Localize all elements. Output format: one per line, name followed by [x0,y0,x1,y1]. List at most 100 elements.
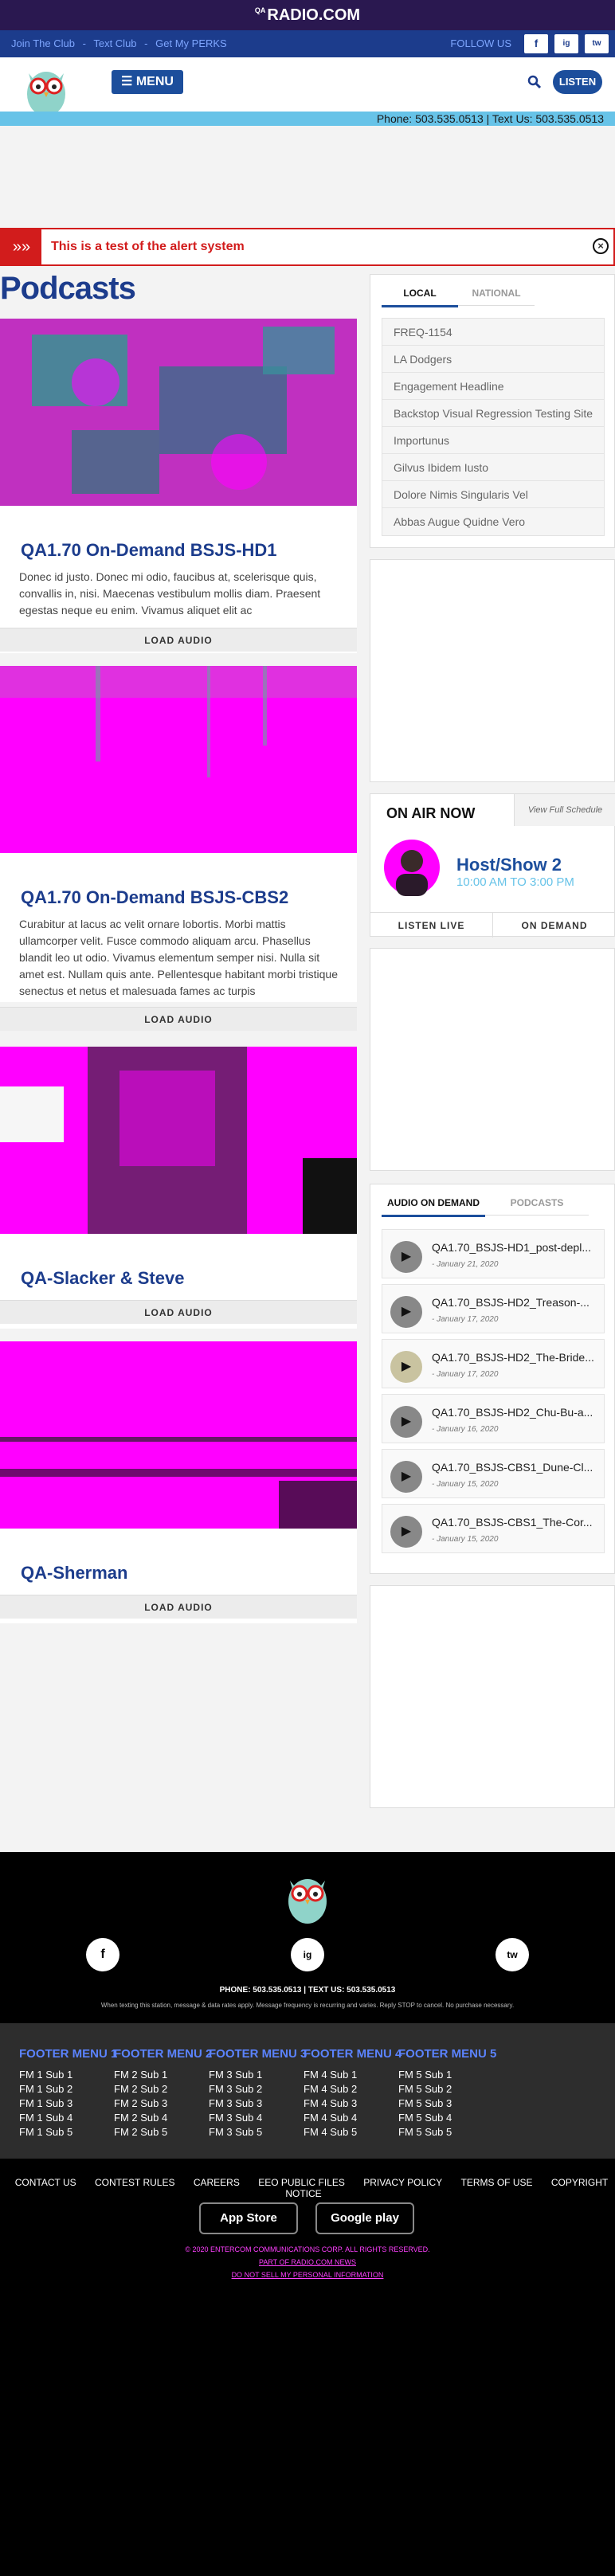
terms-link[interactable]: TERMS OF USE [461,2177,533,2188]
text-club-link[interactable]: Text Club [93,37,136,49]
tab-audio-on-demand[interactable]: AUDIO ON DEMAND [382,1191,485,1217]
google-play-badge[interactable]: Google play [315,2202,414,2234]
footer-link[interactable]: FM 5 Sub 2 [398,2082,496,2096]
episode-item[interactable]: ▶ QA1.70_BSJS-HD2_The-Bride... - January… [382,1339,605,1388]
list-item[interactable]: Abbas Augue Quidne Vero [382,508,604,535]
alert-message[interactable]: This is a test of the alert system [51,240,245,254]
twitter-icon[interactable]: tw [496,1938,529,1971]
facebook-icon[interactable]: f [86,1938,119,1971]
perks-link[interactable]: Get My PERKS [155,37,227,49]
play-icon[interactable]: ▶ [390,1461,422,1493]
list-item[interactable]: Importunus [382,427,604,454]
list-item[interactable]: Gilvus Ibidem Iusto [382,454,604,481]
ad-slot [370,559,615,782]
view-schedule-link[interactable]: View Full Schedule [514,794,615,826]
list-item[interactable]: FREQ-1154 [382,319,604,346]
episode-title[interactable]: QA1.70_BSJS-CBS1_Dune-Cl... [432,1461,602,1474]
do-not-sell-link[interactable]: DO NOT SELL MY PERSONAL INFORMATION [0,2271,615,2279]
privacy-link[interactable]: PRIVACY POLICY [363,2177,442,2188]
footer-link[interactable]: FM 5 Sub 3 [398,2096,496,2111]
footer-link[interactable]: FM 1 Sub 3 [19,2096,117,2111]
footer-link[interactable]: FM 4 Sub 4 [304,2111,402,2125]
footer-link[interactable]: FM 4 Sub 2 [304,2082,402,2096]
podcast-image[interactable] [0,1341,357,1529]
contest-rules-link[interactable]: CONTEST RULES [95,2177,174,2188]
podcast-image[interactable] [0,1047,357,1234]
twitter-icon[interactable]: tw [585,34,609,53]
list-item[interactable]: LA Dodgers [382,346,604,373]
play-icon[interactable]: ▶ [390,1516,422,1548]
episode-item[interactable]: ▶ QA1.70_BSJS-CBS1_Dune-Cl... - January … [382,1449,605,1498]
site-logo[interactable]: QA RADIO.COM [255,6,360,25]
footer-link[interactable]: FM 3 Sub 5 [209,2125,307,2139]
footer-link[interactable]: FM 1 Sub 4 [19,2111,117,2125]
join-club-link[interactable]: Join The Club [11,37,75,49]
eeo-link[interactable]: EEO PUBLIC FILES [258,2177,345,2188]
listen-live-button[interactable]: LISTEN LIVE [370,912,493,938]
footer-link[interactable]: FM 3 Sub 3 [209,2096,307,2111]
podcast-title[interactable]: QA-Sherman [21,1563,127,1584]
footer-link[interactable]: FM 3 Sub 4 [209,2111,307,2125]
footer-link[interactable]: FM 3 Sub 2 [209,2082,307,2096]
list-item[interactable]: Engagement Headline [382,373,604,400]
episode-title[interactable]: QA1.70_BSJS-HD2_Chu-Bu-a... [432,1406,602,1419]
footer-link[interactable]: FM 4 Sub 3 [304,2096,402,2111]
episode-title[interactable]: QA1.70_BSJS-HD2_The-Bride... [432,1351,602,1364]
tab-local[interactable]: LOCAL [382,281,458,307]
episode-title[interactable]: QA1.70_BSJS-HD2_Treason-... [432,1296,602,1309]
footer-link[interactable]: FM 2 Sub 5 [114,2125,212,2139]
play-icon[interactable]: ▶ [390,1296,422,1328]
instagram-icon[interactable]: ig [291,1938,324,1971]
footer-link[interactable]: FM 2 Sub 2 [114,2082,212,2096]
podcast-title[interactable]: QA1.70 On-Demand BSJS-HD1 [21,540,277,561]
play-icon[interactable]: ▶ [390,1406,422,1438]
search-icon[interactable] [527,75,542,89]
tab-podcasts[interactable]: PODCASTS [485,1191,589,1216]
footer-link[interactable]: FM 2 Sub 1 [114,2068,212,2082]
contact-us-link[interactable]: CONTACT US [15,2177,76,2188]
episode-title[interactable]: QA1.70_BSJS-CBS1_The-Cor... [432,1516,602,1529]
instagram-icon[interactable]: ig [554,34,578,53]
listen-button[interactable]: LISTEN [553,70,602,94]
host-avatar[interactable] [383,839,441,896]
list-item[interactable]: Dolore Nimis Singularis Vel [382,481,604,508]
load-audio-button[interactable]: LOAD AUDIO [0,1595,357,1619]
podcast-image[interactable] [0,666,357,853]
podcast-image[interactable] [0,319,357,506]
podcast-title[interactable]: QA-Slacker & Steve [21,1268,184,1289]
radio-com-link[interactable]: PART OF RADIO.COM NEWS [0,2258,615,2266]
facebook-icon[interactable]: f [524,34,548,53]
close-icon[interactable]: × [593,238,609,254]
footer-link[interactable]: FM 1 Sub 2 [19,2082,117,2096]
play-icon[interactable]: ▶ [390,1351,422,1383]
episode-item[interactable]: ▶ QA1.70_BSJS-HD2_Treason-... - January … [382,1284,605,1333]
show-name[interactable]: Host/Show 2 [456,855,562,875]
footer-link[interactable]: FM 1 Sub 5 [19,2125,117,2139]
footer-link[interactable]: FM 5 Sub 5 [398,2125,496,2139]
on-demand-button[interactable]: ON DEMAND [493,912,615,938]
episode-title[interactable]: QA1.70_BSJS-HD1_post-depl... [432,1241,602,1254]
footer-link[interactable]: FM 5 Sub 1 [398,2068,496,2082]
footer-link[interactable]: FM 4 Sub 5 [304,2125,402,2139]
footer-link[interactable]: FM 5 Sub 4 [398,2111,496,2125]
footer-link[interactable]: FM 2 Sub 4 [114,2111,212,2125]
owl-mascot-icon[interactable] [21,62,72,118]
load-audio-button[interactable]: LOAD AUDIO [0,628,357,652]
tab-national[interactable]: NATIONAL [458,281,535,306]
owl-mascot-icon[interactable] [282,1869,333,1925]
load-audio-button[interactable]: LOAD AUDIO [0,1300,357,1324]
episode-item[interactable]: ▶ QA1.70_BSJS-HD1_post-depl... - January… [382,1229,605,1278]
episode-item[interactable]: ▶ QA1.70_BSJS-CBS1_The-Cor... - January … [382,1504,605,1553]
careers-link[interactable]: CAREERS [194,2177,240,2188]
footer-link[interactable]: FM 2 Sub 3 [114,2096,212,2111]
footer-link[interactable]: FM 1 Sub 1 [19,2068,117,2082]
load-audio-button[interactable]: LOAD AUDIO [0,1007,357,1031]
app-store-badge[interactable]: App Store [199,2202,298,2234]
menu-button[interactable]: ☰ MENU [112,70,183,94]
play-icon[interactable]: ▶ [390,1241,422,1273]
footer-link[interactable]: FM 3 Sub 1 [209,2068,307,2082]
podcast-title[interactable]: QA1.70 On-Demand BSJS-CBS2 [21,887,288,908]
footer-link[interactable]: FM 4 Sub 1 [304,2068,402,2082]
list-item[interactable]: Backstop Visual Regression Testing Site [382,400,604,427]
episode-item[interactable]: ▶ QA1.70_BSJS-HD2_Chu-Bu-a... - January … [382,1394,605,1443]
